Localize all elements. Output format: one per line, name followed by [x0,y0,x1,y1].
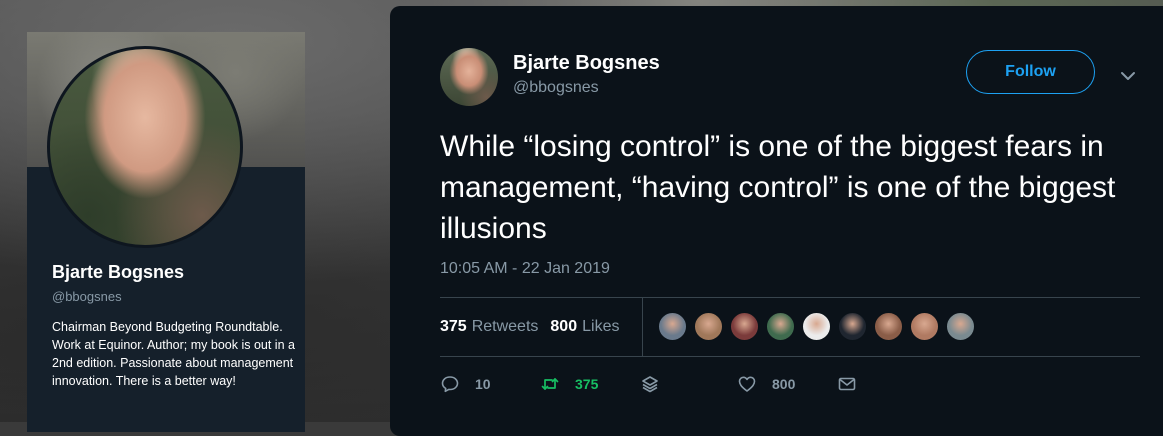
liker-avatar[interactable] [766,312,795,341]
envelope-icon [838,377,856,391]
profile-avatar[interactable] [47,46,243,248]
likes-stat[interactable]: 800 Likes [550,318,619,336]
liker-avatar[interactable] [838,312,867,341]
avatar[interactable] [440,48,498,106]
retweets-label: Retweets [471,318,539,335]
follow-button[interactable]: Follow [966,50,1095,94]
profile-handle[interactable]: @bbogsnes [52,289,122,304]
retweet-icon [541,378,559,390]
heart-icon [738,376,756,392]
message-button[interactable] [837,374,857,394]
author-name[interactable]: Bjarte Bogsnes [513,52,660,75]
tweet-actions: 10 375 800 [440,372,857,396]
retweets-count: 375 [440,318,467,335]
tweet-timestamp[interactable]: 10:05 AM - 22 Jan 2019 [440,260,610,278]
share-button[interactable] [640,374,737,394]
liker-avatar[interactable] [658,312,687,341]
retweet-count: 375 [575,376,599,392]
chevron-down-icon[interactable] [1118,66,1138,86]
liker-avatar[interactable] [802,312,831,341]
layers-icon [642,376,658,393]
like-count: 800 [772,376,796,392]
tweet-stats: 375 Retweets 800 Likes [440,315,619,339]
liker-avatar[interactable] [694,312,723,341]
likers-avatars [658,312,982,341]
profile-name[interactable]: Bjarte Bogsnes [52,262,184,283]
divider [440,297,1140,298]
divider [440,356,1140,357]
likes-count: 800 [550,318,578,335]
liker-avatar[interactable] [910,312,939,341]
liker-avatar[interactable] [946,312,975,341]
profile-card: Bjarte Bogsnes @bbogsnes Chairman Beyond… [27,32,305,432]
liker-avatar[interactable] [874,312,903,341]
author-handle[interactable]: @bbogsnes [513,79,599,97]
reply-count: 10 [475,376,491,392]
retweets-stat[interactable]: 375 Retweets [440,318,538,336]
profile-bio: Chairman Beyond Budgeting Roundtable. Wo… [52,320,295,388]
likes-label: Likes [582,318,620,335]
tweet-text: While “losing control” is one of the big… [440,130,1116,245]
reply-button[interactable]: 10 [440,374,540,394]
like-button[interactable]: 800 [737,374,837,394]
tweet-card: Bjarte Bogsnes @bbogsnes Follow While “l… [390,6,1163,436]
retweet-button[interactable]: 375 [540,374,640,394]
liker-avatar[interactable] [730,312,759,341]
stats-separator [642,298,643,356]
reply-icon [441,376,459,393]
